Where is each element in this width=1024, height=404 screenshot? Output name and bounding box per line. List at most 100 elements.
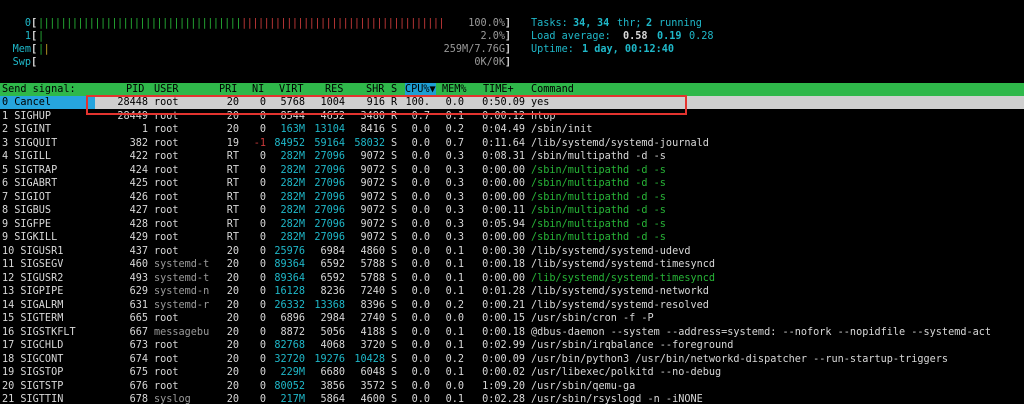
cell-shr: 8416 (360, 124, 385, 135)
cell-virt: 84952 (274, 137, 305, 149)
cell-cmd: /sbin/init (531, 124, 593, 135)
cell-time: 1:09.20 (482, 380, 525, 392)
cell-shr: 9072 (360, 151, 385, 162)
process-row[interactable]: 629 systemd-n 20 0 16128 8236 7240 S 0.0 0.1 0:01.… (0, 285, 1024, 298)
cell-pid: 493 (129, 272, 148, 284)
process-row[interactable]: 460 systemd-t 20 0 89364 6592 5788 S 0.0 0.1 0:00.… (0, 258, 1024, 271)
cell-cpu: 0.0 (411, 137, 430, 149)
process-row[interactable]: 493 systemd-t 20 0 89364 6592 5788 S 0.0 0.1 0:00.… (0, 272, 1024, 285)
cell-ni: 0 (259, 178, 266, 189)
process-row[interactable]: 667 messagebu 20 0 8872 5056 4188 S 0.0 0.1 0:00.1… (0, 326, 1024, 339)
cell-pid: 665 (129, 313, 148, 324)
tasks-label: Tasks: (531, 18, 568, 29)
cell-mem: 0.0 (445, 380, 464, 392)
cell-cmd: /usr/sbin/irqbalance --foreground (531, 340, 734, 351)
running-label: running (659, 18, 702, 29)
cell-shr: 9072 (360, 164, 385, 176)
cell-cmd: /sbin/multipathd -d -s (531, 232, 666, 243)
cell-res: 6592 (320, 259, 345, 270)
cell-ni: 0 (259, 299, 266, 311)
cell-mem: 0.3 (445, 164, 464, 176)
process-row[interactable]: 675 root 20 0 229M 6680 6048 S 0.0 0.1 0:00.02/usr… (0, 366, 1024, 379)
cell-mem: 0.3 (445, 232, 464, 243)
cell-time: 0:00.21 (482, 299, 525, 311)
cell-shr: 3572 (360, 380, 385, 392)
process-row[interactable]: 428 root RT 0 282M 27096 9072 S 0.0 0.3 0:05.94/sb… (0, 218, 1024, 231)
cell-mem: 0.1 (445, 367, 464, 378)
cell-pid: 629 (129, 286, 148, 297)
cell-user: root (154, 340, 179, 351)
cell-virt: 26332 (274, 299, 305, 311)
cell-s: S (391, 151, 398, 162)
cell-pri: RT (226, 191, 239, 203)
cell-user: syslog (154, 394, 191, 404)
cell-pri: 20 (226, 286, 239, 297)
cell-mem: 0.3 (445, 191, 464, 203)
cell-time: 0:02.28 (482, 394, 525, 404)
cell-virt: 229M (280, 367, 305, 378)
process-row[interactable]: 426 root RT 0 282M 27096 9072 S 0.0 0.3 0:00.00/sb… (0, 191, 1024, 204)
cell-user: root (154, 218, 179, 230)
cell-pri: 19 (226, 137, 239, 149)
process-row[interactable]: 427 root RT 0 282M 27096 9072 S 0.0 0.3 0:00.11/sb… (0, 204, 1024, 217)
cell-virt: 8872 (280, 326, 305, 338)
process-row[interactable]: 676 root 20 0 80052 3856 3572 S 0.0 0.0 1:09.20/us… (0, 380, 1024, 393)
cell-cpu: 0.0 (411, 353, 430, 365)
cell-pri: 20 (226, 272, 239, 284)
cell-user: root (154, 367, 179, 378)
cell-cpu: 0.0 (411, 272, 430, 284)
cell-time: 0:00.09 (482, 353, 525, 365)
cell-mem: 0.1 (445, 259, 464, 270)
cell-pri: RT (226, 205, 239, 216)
cell-user: root (154, 124, 179, 135)
cell-virt: 80052 (274, 380, 305, 392)
cell-cpu: 0.0 (411, 299, 430, 311)
cell-cmd: /usr/libexec/polkitd --no-debug (531, 367, 722, 378)
cell-res: 27096 (314, 164, 345, 176)
process-row[interactable]: 425 root RT 0 282M 27096 9072 S 0.0 0.3 0:00.00/sb… (0, 177, 1024, 190)
process-row[interactable]: 1 root 20 0 163M 13104 8416 S 0.0 0.2 0:04.49/sbin… (0, 123, 1024, 136)
cell-pri: 20 (226, 394, 239, 404)
cell-pid: 425 (129, 178, 148, 189)
uptime-line: Uptime: 1 day, 00:12:40 (0, 43, 1024, 56)
cell-ni: 0 (259, 124, 266, 135)
process-row[interactable]: 429 root RT 0 282M 27096 9072 S 0.0 0.3 0:00.00/sb… (0, 231, 1024, 244)
process-row[interactable]: 665 root 20 0 6896 2984 2740 S 0.0 0.0 0:00.15/usr… (0, 312, 1024, 325)
process-row[interactable]: 437 root 20 0 25976 6984 4860 S 0.0 0.1 0:00.30/li… (0, 245, 1024, 258)
cell-s: S (391, 191, 398, 203)
cell-s: S (391, 232, 398, 243)
cell-res: 59164 (314, 137, 345, 149)
cell-user: root (154, 205, 179, 216)
cell-shr: 4600 (360, 394, 385, 404)
tasks-value: 34, (573, 18, 592, 29)
cell-shr: 4188 (360, 326, 385, 338)
cell-mem: 0.2 (445, 353, 464, 365)
cell-cmd: /sbin/multipathd -d -s (531, 191, 666, 203)
cell-pri: 20 (226, 313, 239, 324)
process-row[interactable]: 673 root 20 0 82768 4068 3720 S 0.0 0.1 0:02.99/us… (0, 339, 1024, 352)
cell-shr: 9072 (360, 191, 385, 203)
cell-s: S (391, 394, 398, 404)
cell-time: 0:00.02 (482, 367, 525, 378)
highlight-annotation-box (86, 95, 687, 115)
process-row[interactable]: 674 root 20 0 32720 19276 10428 S 0.0 0.2 0:00.09 /… (0, 353, 1024, 366)
cell-pri: 20 (226, 326, 239, 338)
process-row[interactable]: 424 root RT 0 282M 27096 9072 S 0.0 0.3 0:00.00/sb… (0, 164, 1024, 177)
cell-s: S (391, 272, 398, 284)
cell-mem: 0.3 (445, 151, 464, 162)
cell-mem: 0.2 (445, 124, 464, 135)
cell-res: 27096 (314, 218, 345, 230)
cell-virt: 217M (280, 394, 305, 404)
cell-cmd: /usr/sbin/qemu-ga (531, 380, 636, 392)
cell-ni: 0 (259, 151, 266, 162)
process-row[interactable]: 631 systemd-r 20 0 26332 13368 8396 S 0.0 0.2 0:00… (0, 299, 1024, 312)
cell-ni: 0 (259, 205, 266, 216)
process-row[interactable]: 678 syslog 20 0 217M 5864 4600 S 0.0 0.1 0:02.28/u… (0, 393, 1024, 404)
cell-res: 19276 (314, 353, 345, 365)
process-row[interactable]: 382 root 19 -1 84952 59164 58032 S 0.0 0.7 0:11.64… (0, 137, 1024, 150)
cell-pid: 428 (129, 218, 148, 230)
cell-ni: 0 (259, 272, 266, 284)
cell-user: root (154, 151, 179, 162)
cell-ni: 0 (259, 232, 266, 243)
process-row[interactable]: 422 root RT 0 282M 27096 9072 S 0.0 0.3 0:08.31/sb… (0, 150, 1024, 163)
